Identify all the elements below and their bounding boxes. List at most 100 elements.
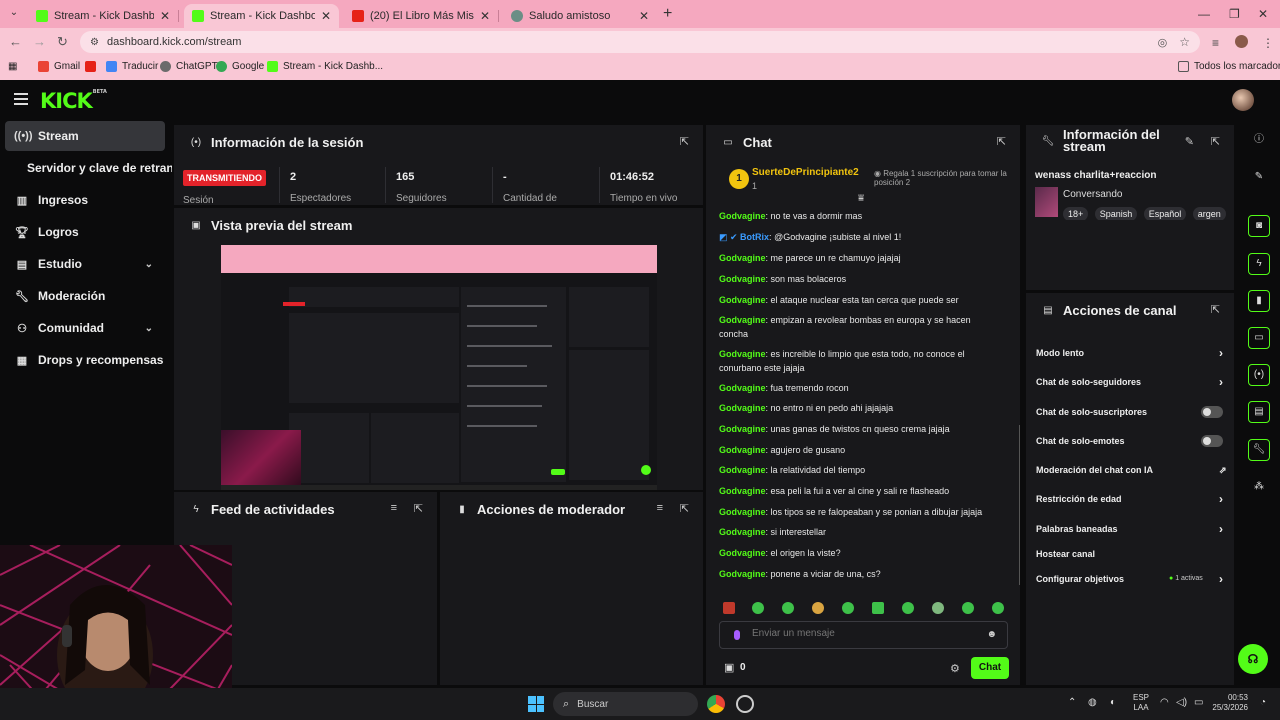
chat-username[interactable]: Godvagine <box>719 507 766 517</box>
camera-icon[interactable]: ◙ <box>1248 215 1270 237</box>
action-goals[interactable]: Configurar objetivos ● 1 activas › <box>1036 572 1226 586</box>
action-followers-only[interactable]: Chat de solo-seguidores › <box>1036 375 1226 389</box>
edit-icon[interactable]: ✎ <box>1248 167 1270 189</box>
settings-list-icon[interactable]: ▤ <box>1248 401 1270 423</box>
chat-input-box[interactable]: ☻ <box>719 621 1008 649</box>
chat-username[interactable]: Godvagine <box>719 548 766 558</box>
chat-username[interactable]: Godvagine <box>719 424 766 434</box>
filter-icon[interactable]: ≡ <box>657 502 663 514</box>
language-indicator[interactable]: ESP LAA <box>1133 693 1149 713</box>
url-text[interactable]: dashboard.kick.com/stream <box>107 36 1158 48</box>
action-slow-mode[interactable]: Modo lento › <box>1036 346 1226 360</box>
close-window-button[interactable]: ✕ <box>1258 7 1268 21</box>
chat-username[interactable]: Godvagine <box>719 465 766 475</box>
sidebar-item-server-key[interactable]: Servidor y clave de retransmisión <box>5 153 172 183</box>
site-info-icon[interactable]: ⚙ <box>90 37 99 48</box>
close-icon[interactable]: ✕ <box>639 9 649 23</box>
sidebar-item-drops[interactable]: ▦ Drops y recompensas <box>5 345 165 375</box>
chat-username[interactable]: Godvagine <box>719 486 766 496</box>
kick-logo[interactable]: KICKBETA <box>40 89 107 113</box>
browser-tab[interactable]: Stream - Kick Dashboard ✕ <box>28 4 179 28</box>
popout-icon[interactable]: ⇱ <box>680 502 689 515</box>
chat-username[interactable]: Godvagine <box>719 403 766 413</box>
help-support-icon[interactable]: ☊ <box>1238 644 1268 674</box>
emote-icon[interactable] <box>842 602 854 614</box>
edit-icon[interactable]: ✎ <box>1185 135 1194 148</box>
chat-bubble-icon[interactable]: ▭ <box>1248 327 1270 349</box>
all-bookmarks[interactable]: Todos los marcadores <box>1178 61 1280 72</box>
points-icon[interactable]: ▣ <box>724 661 734 674</box>
filter-icon[interactable]: ≡ <box>391 502 397 514</box>
sidebar-item-stream[interactable]: ((•)) Stream <box>5 121 165 151</box>
menu-icon[interactable] <box>14 93 28 105</box>
emote-icon[interactable] <box>992 602 1004 614</box>
bookmark-gmail[interactable]: Gmail <box>38 61 80 72</box>
close-icon[interactable]: ✕ <box>160 9 170 23</box>
back-icon[interactable]: ← <box>9 34 22 49</box>
subscribers-only-toggle[interactable] <box>1201 406 1223 418</box>
emote-icon[interactable] <box>902 602 914 614</box>
reading-list-icon[interactable]: ≡ <box>1212 36 1219 50</box>
chat-username[interactable]: Godvagine <box>719 569 766 579</box>
sidebar-item-ingresos[interactable]: ▥ Ingresos <box>5 185 165 215</box>
send-chat-button[interactable]: Chat <box>971 657 1009 679</box>
address-bar[interactable]: ⚙ dashboard.kick.com/stream ◎ ☆ <box>80 31 1200 53</box>
start-icon[interactable] <box>528 696 544 712</box>
emote-icon[interactable] <box>782 602 794 614</box>
emotes-only-toggle[interactable] <box>1201 435 1223 447</box>
popout-icon[interactable]: ⇱ <box>1211 303 1220 316</box>
bookmark-traducir[interactable]: Traducir <box>106 61 158 72</box>
close-icon[interactable]: ✕ <box>480 9 490 23</box>
action-emotes-only[interactable]: Chat de solo-emotes <box>1036 435 1226 447</box>
tray-icon[interactable]: ◍ <box>1088 697 1097 708</box>
close-icon[interactable]: ✕ <box>321 9 331 23</box>
chrome-icon[interactable] <box>707 695 725 713</box>
reload-icon[interactable]: ↻ <box>57 34 68 50</box>
forward-icon[interactable]: → <box>33 34 46 49</box>
chat-username[interactable]: Godvagine <box>719 253 766 263</box>
battery-icon[interactable]: ▭ <box>1194 697 1203 708</box>
chat-username[interactable]: Godvagine <box>719 274 766 284</box>
emote-icon[interactable] <box>723 602 735 614</box>
wifi-icon[interactable]: ◠ <box>1160 697 1169 708</box>
bookmark-kick[interactable]: Stream - Kick Dashb... <box>267 61 383 72</box>
new-tab-button[interactable]: + <box>663 5 672 23</box>
tab-search-button[interactable]: ⌄ <box>6 5 22 21</box>
action-banned-words[interactable]: Palabras baneadas › <box>1036 522 1226 536</box>
bookmark-youtube[interactable] <box>85 61 101 72</box>
chat-message-input[interactable] <box>752 628 972 639</box>
volume-icon[interactable]: ◁) <box>1176 697 1187 708</box>
browser-tab[interactable]: Saludo amistoso ✕ <box>503 4 657 28</box>
gift-leaderboard[interactable]: 1 SuerteDePrincipiante2 1 ◉ Regala 1 sus… <box>706 159 1020 204</box>
notifications-icon[interactable]: ◔ <box>1260 697 1266 708</box>
bookmark-google[interactable]: Google <box>216 61 264 72</box>
eye-off-icon[interactable]: ◎ <box>1158 36 1168 49</box>
browser-tab[interactable]: (20) El Libro Más Misterioso de ✕ <box>344 4 499 28</box>
sidebar-item-estudio[interactable]: ▤ Estudio ⌄ <box>5 249 165 279</box>
action-subscribers-only[interactable]: Chat de solo-suscriptores <box>1036 406 1226 418</box>
chat-username[interactable]: Godvagine <box>719 527 766 537</box>
emote-icon[interactable] <box>872 602 884 614</box>
microphone-icon[interactable] <box>734 630 740 640</box>
pinned-username[interactable]: SuerteDePrincipiante2 <box>752 167 859 178</box>
taskbar-search[interactable]: ⌕ Buscar <box>553 692 698 716</box>
chat-username[interactable]: BotRix <box>740 232 769 242</box>
chat-username[interactable]: Godvagine <box>719 349 766 359</box>
stream-preview-video[interactable] <box>221 245 657 490</box>
popout-icon[interactable]: ⇱ <box>414 502 423 515</box>
emote-icon[interactable] <box>812 602 824 614</box>
app-icon[interactable] <box>736 695 754 713</box>
chat-scrollbar[interactable] <box>1019 425 1020 585</box>
sidebar-item-logros[interactable]: 🏆︎ Logros <box>5 217 165 247</box>
drops-icon[interactable]: ⁂ <box>1248 477 1270 499</box>
popout-icon[interactable]: ⇱ <box>997 135 1006 148</box>
tray-icon[interactable]: ◐ <box>1110 697 1116 708</box>
star-icon[interactable]: ☆ <box>1179 35 1190 49</box>
chat-username[interactable]: Godvagine <box>719 445 766 455</box>
minimize-button[interactable]: — <box>1198 7 1210 21</box>
emote-icon[interactable] <box>752 602 764 614</box>
sidebar-item-comunidad[interactable]: ⚇ Comunidad ⌄ <box>5 313 165 343</box>
sidebar-item-moderacion[interactable]: 🔧︎ Moderación <box>5 281 165 311</box>
clock[interactable]: 00:53 25/3/2026 <box>1210 693 1248 713</box>
emoji-icon[interactable]: ☻ <box>986 629 997 640</box>
